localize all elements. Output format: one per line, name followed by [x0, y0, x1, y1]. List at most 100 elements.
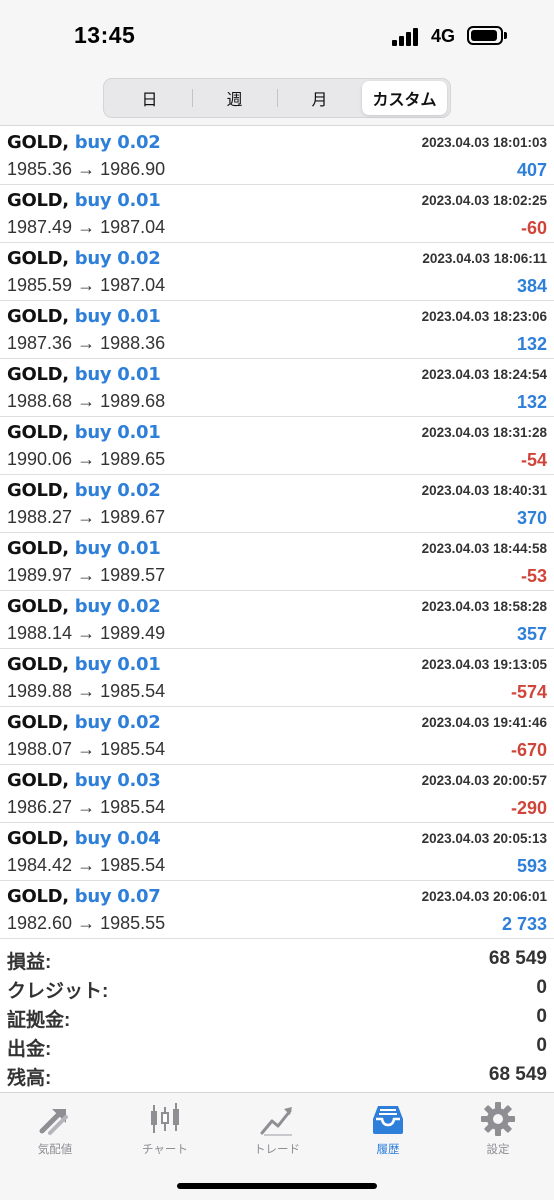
- trade-symbol: GOLD, buy 0.01: [7, 364, 161, 385]
- summary-value: 0: [536, 977, 547, 998]
- arrow-right-icon: →: [77, 623, 96, 643]
- trade-datetime: 2023.04.03 20:05:13: [421, 831, 547, 846]
- trade-prices: 1988.14 → 1989.49: [7, 623, 165, 644]
- summary-label: 証拠金:: [7, 1010, 71, 1031]
- symbol-name: GOLD,: [7, 596, 69, 617]
- period-segmented-control: 日 週 月 カスタム: [103, 78, 451, 118]
- trade-profit: -60: [520, 218, 547, 238]
- arrow-right-icon: →: [77, 217, 96, 237]
- close-price: 1985.55: [100, 913, 166, 933]
- trade-profit: -53: [520, 566, 547, 586]
- tab-trade[interactable]: トレード: [222, 1101, 332, 1171]
- trade-symbol: GOLD, buy 0.04: [7, 828, 161, 849]
- trade-side-volume: buy 0.03: [74, 770, 161, 791]
- tab-history[interactable]: 履歴: [333, 1101, 443, 1171]
- trade-prices: 1985.36 → 1986.90: [7, 159, 165, 180]
- trade-row[interactable]: GOLD, buy 0.02 1985.36 → 1986.90 2023.04.0…: [0, 127, 554, 185]
- trade-symbol: GOLD, buy 0.01: [7, 306, 161, 327]
- trade-datetime: 2023.04.03 20:06:01: [421, 889, 547, 904]
- trade-row[interactable]: GOLD, buy 0.02 1988.27 → 1989.67 2023.04.0…: [0, 475, 554, 533]
- segment-custom[interactable]: カスタム: [362, 81, 447, 115]
- trade-side-volume: buy 0.01: [74, 364, 161, 385]
- trade-prices: 1982.60 → 1985.55: [7, 913, 165, 934]
- tab-history-label: 履歴: [376, 1144, 400, 1156]
- arrow-right-icon: →: [77, 913, 96, 933]
- network-type: 4G: [431, 26, 456, 46]
- summary-row: 残高: 68 549: [0, 1061, 554, 1090]
- trade-profit: -54: [520, 450, 547, 470]
- open-price: 1988.07: [7, 739, 73, 759]
- close-price: 1989.65: [100, 449, 166, 469]
- trade-symbol: GOLD, buy 0.02: [7, 248, 161, 269]
- close-price: 1989.68: [100, 391, 166, 411]
- summary-label: クレジット:: [7, 981, 109, 1002]
- trade-prices: 1986.27 → 1985.54: [7, 797, 165, 818]
- trade-row[interactable]: GOLD, buy 0.01 1988.68 → 1989.68 2023.04.0…: [0, 359, 554, 417]
- trade-datetime: 2023.04.03 18:23:06: [421, 309, 547, 324]
- trade-side-volume: buy 0.07: [74, 886, 161, 907]
- symbol-name: GOLD,: [7, 132, 69, 153]
- trade-row[interactable]: GOLD, buy 0.01 1989.88 → 1985.54 2023.04.0…: [0, 649, 554, 707]
- symbol-name: GOLD,: [7, 770, 69, 791]
- battery-icon: [467, 26, 507, 45]
- segment-week[interactable]: 週: [192, 81, 277, 115]
- quotes-arrows-icon: [39, 1109, 68, 1135]
- open-price: 1990.06: [7, 449, 73, 469]
- trade-symbol: GOLD, buy 0.01: [7, 422, 161, 443]
- trade-datetime: 2023.04.03 18:44:58: [421, 541, 547, 556]
- close-price: 1988.36: [100, 333, 166, 353]
- trade-row[interactable]: GOLD, buy 0.02 1988.14 → 1989.49 2023.04.0…: [0, 591, 554, 649]
- symbol-name: GOLD,: [7, 422, 69, 443]
- trade-profit: -290: [510, 798, 547, 818]
- trade-profit: 132: [516, 334, 547, 354]
- trade-side-volume: buy 0.01: [74, 538, 161, 559]
- arrow-right-icon: →: [77, 681, 96, 701]
- open-price: 1985.59: [7, 275, 73, 295]
- tab-quotes[interactable]: 気配値: [0, 1101, 110, 1171]
- close-price: 1989.49: [100, 623, 166, 643]
- trade-profit: 384: [516, 276, 547, 296]
- open-price: 1988.68: [7, 391, 73, 411]
- summary-row: 出金: 0: [0, 1032, 554, 1061]
- open-price: 1989.88: [7, 681, 73, 701]
- arrow-right-icon: →: [77, 159, 96, 179]
- trade-profit: 357: [516, 624, 547, 644]
- trade-row[interactable]: GOLD, buy 0.03 1986.27 → 1985.54 2023.04.0…: [0, 765, 554, 823]
- close-price: 1989.57: [100, 565, 166, 585]
- tab-chart-label: チャート: [142, 1144, 188, 1156]
- trade-prices: 1990.06 → 1989.65: [7, 449, 165, 470]
- trade-row[interactable]: GOLD, buy 0.01 1990.06 → 1989.65 2023.04.0…: [0, 417, 554, 475]
- trade-row[interactable]: GOLD, buy 0.01 1987.36 → 1988.36 2023.04.0…: [0, 301, 554, 359]
- tab-settings[interactable]: 設定: [443, 1101, 553, 1171]
- trade-datetime: 2023.04.03 20:00:57: [421, 773, 547, 788]
- trade-symbol: GOLD, buy 0.02: [7, 596, 161, 617]
- segment-day[interactable]: 日: [107, 81, 192, 115]
- summary-row: 損益: 68 549: [0, 945, 554, 974]
- trade-row[interactable]: GOLD, buy 0.04 1984.42 → 1985.54 2023.04.0…: [0, 823, 554, 881]
- tab-chart[interactable]: チャート: [110, 1101, 220, 1171]
- status-bar: 13:45 4G: [0, 0, 554, 70]
- trade-datetime: 2023.04.03 18:31:28: [421, 425, 547, 440]
- open-price: 1987.49: [7, 217, 73, 237]
- close-price: 1989.67: [100, 507, 166, 527]
- open-price: 1989.97: [7, 565, 73, 585]
- open-price: 1988.14: [7, 623, 73, 643]
- trade-row[interactable]: GOLD, buy 0.01 1989.97 → 1989.57 2023.04.0…: [0, 533, 554, 591]
- trade-prices: 1987.36 → 1988.36: [7, 333, 165, 354]
- trade-datetime: 2023.04.03 18:06:11: [422, 251, 547, 266]
- open-price: 1987.36: [7, 333, 73, 353]
- trade-symbol: GOLD, buy 0.01: [7, 190, 161, 211]
- segment-month[interactable]: 月: [277, 81, 362, 115]
- trade-row[interactable]: GOLD, buy 0.01 1987.49 → 1987.04 2023.04.0…: [0, 185, 554, 243]
- trade-symbol: GOLD, buy 0.07: [7, 886, 161, 907]
- gear-icon: [481, 1102, 515, 1136]
- trade-history-list: GOLD, buy 0.02 1985.36 → 1986.90 2023.04.0…: [0, 127, 554, 939]
- trade-row[interactable]: GOLD, buy 0.02 1988.07 → 1985.54 2023.04.0…: [0, 707, 554, 765]
- symbol-name: GOLD,: [7, 538, 69, 559]
- trade-row[interactable]: GOLD, buy 0.07 1982.60 → 1985.55 2023.04.0…: [0, 881, 554, 939]
- trade-row[interactable]: GOLD, buy 0.02 1985.59 → 1987.04 2023.04.0…: [0, 243, 554, 301]
- close-price: 1986.90: [100, 159, 166, 179]
- trade-side-volume: buy 0.01: [74, 654, 161, 675]
- trade-chart-icon: [260, 1107, 292, 1136]
- open-price: 1988.27: [7, 507, 73, 527]
